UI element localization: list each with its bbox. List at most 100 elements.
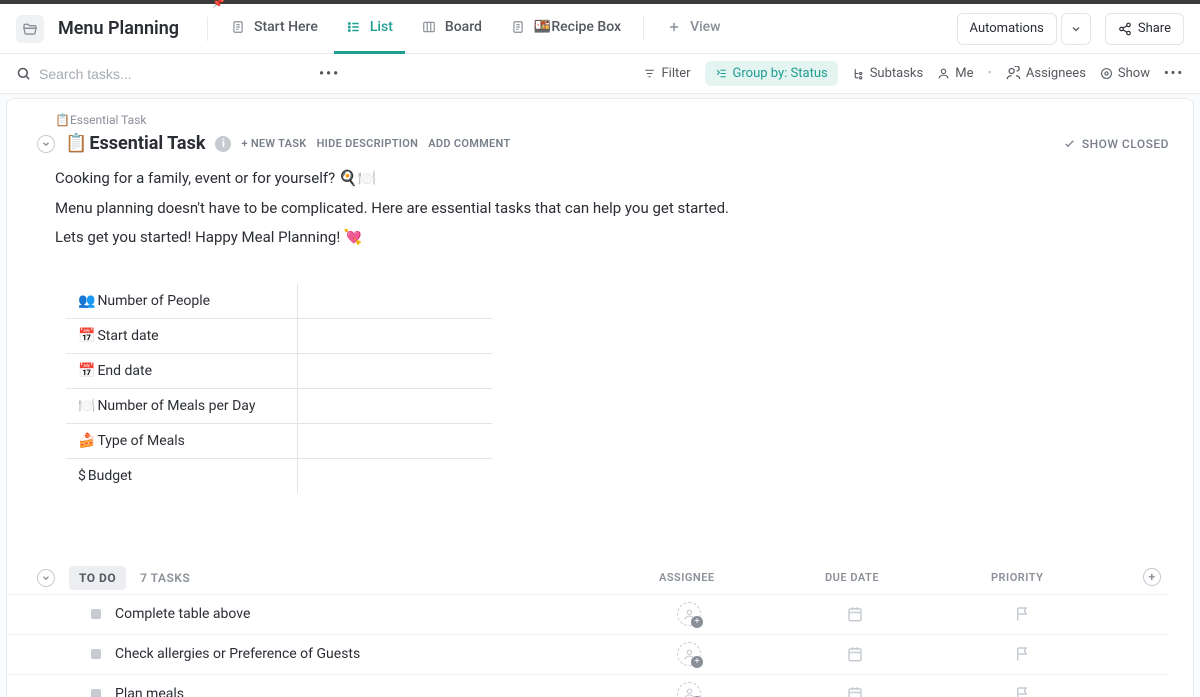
me-button[interactable]: Me	[937, 66, 973, 81]
section-header: 📋Essential Task i + NEW TASK HIDE DESCRI…	[7, 133, 1193, 154]
description[interactable]: Cooking for a family, event or for yours…	[7, 154, 1193, 251]
field-value[interactable]	[298, 388, 493, 423]
task-name[interactable]: Check allergies or Preference of Guests	[115, 646, 360, 662]
desc-line: Lets get you started! Happy Meal Plannin…	[55, 225, 1193, 251]
add-view-button[interactable]: View	[654, 4, 733, 54]
toolbar: ••• Filter Group by: Status Subtasks Me …	[0, 54, 1200, 94]
task-row[interactable]: Check allergies or Preference of Guests +	[7, 634, 1169, 674]
section-title[interactable]: 📋Essential Task	[65, 133, 205, 154]
new-task-button[interactable]: + NEW TASK	[241, 137, 306, 150]
add-comment-button[interactable]: ADD COMMENT	[428, 137, 510, 150]
add-column-button[interactable]: +	[1143, 568, 1161, 586]
show-label: Show	[1118, 66, 1150, 81]
due-date-cell[interactable]	[835, 645, 875, 663]
automations-dropdown[interactable]	[1061, 13, 1091, 45]
page-title[interactable]: Menu Planning	[58, 18, 179, 39]
task-row[interactable]: Plan meals +	[7, 674, 1169, 697]
tab-recipe-box[interactable]: 🍱Recipe Box	[498, 4, 633, 54]
col-assignee[interactable]: ASSIGNEE	[659, 571, 715, 584]
add-assignee-icon[interactable]: +	[677, 682, 701, 697]
col-due-date[interactable]: DUE DATE	[825, 571, 879, 584]
divider	[643, 17, 644, 41]
separator: •	[987, 66, 991, 81]
group-by-button[interactable]: Group by: Status	[705, 61, 838, 86]
toolbar-more-icon[interactable]: •••	[1164, 66, 1184, 81]
status-pill[interactable]: TO DO	[69, 566, 126, 590]
field-label: 👥Number of People	[66, 283, 298, 318]
task-status-icon[interactable]	[91, 609, 101, 619]
more-icon[interactable]: •••	[319, 66, 340, 82]
field-value[interactable]	[298, 318, 493, 353]
field-value[interactable]	[298, 353, 493, 388]
fields-table: 👥Number of People📅Start date📅End date🍽️N…	[65, 283, 493, 494]
filter-button[interactable]: Filter	[643, 66, 690, 81]
field-value[interactable]	[298, 283, 493, 318]
tab-label: Board	[445, 19, 482, 35]
show-closed-button[interactable]: SHOW CLOSED	[1063, 137, 1169, 151]
field-label: 🍰Type of Meals	[66, 423, 298, 458]
add-assignee-icon[interactable]: +	[677, 602, 701, 626]
group-by-label: Group by: Status	[733, 66, 828, 81]
add-assignee-icon[interactable]: +	[677, 642, 701, 666]
board-icon	[421, 19, 437, 35]
search-wrap	[16, 66, 239, 82]
task-status-icon[interactable]	[91, 649, 101, 659]
group-collapse-toggle[interactable]	[37, 569, 55, 587]
field-row[interactable]: 📅End date	[66, 353, 493, 388]
share-icon	[1118, 22, 1132, 36]
breadcrumb[interactable]: 📋Essential Task	[7, 99, 1193, 133]
task-name[interactable]: Complete table above	[115, 606, 250, 622]
field-icon: 👥	[78, 293, 95, 309]
due-date-cell[interactable]	[835, 605, 875, 623]
field-icon: $	[78, 468, 86, 484]
field-row[interactable]: 📅Start date	[66, 318, 493, 353]
header: Menu Planning 📌 Start Here List Board 🍱R…	[0, 4, 1200, 54]
automations-button[interactable]: Automations	[957, 13, 1057, 45]
field-icon: 📅	[78, 363, 95, 379]
doc-icon	[230, 19, 246, 35]
task-name[interactable]: Plan meals	[115, 686, 184, 697]
list-icon	[346, 19, 362, 35]
hide-description-button[interactable]: HIDE DESCRIPTION	[317, 137, 419, 150]
assignees-button[interactable]: Assignees	[1006, 66, 1086, 81]
col-priority[interactable]: PRIORITY	[991, 571, 1043, 584]
field-row[interactable]: 🍽️Number of Meals per Day	[66, 388, 493, 423]
task-row[interactable]: Complete table above +	[7, 594, 1169, 634]
subtasks-button[interactable]: Subtasks	[852, 66, 924, 81]
tab-label: 🍱Recipe Box	[534, 19, 621, 35]
tab-label: Start Here	[254, 19, 318, 35]
field-row[interactable]: $Budget	[66, 458, 493, 493]
folder-icon[interactable]	[16, 15, 44, 43]
tab-board[interactable]: Board	[409, 4, 494, 54]
tab-start-here[interactable]: 📌 Start Here	[218, 4, 330, 54]
field-value[interactable]	[298, 423, 493, 458]
task-list: Complete table above+Check allergies or …	[7, 594, 1169, 697]
plus-icon	[666, 19, 682, 35]
task-count: 7 TASKS	[140, 571, 190, 585]
field-label: 🍽️Number of Meals per Day	[66, 388, 298, 423]
show-button[interactable]: Show	[1100, 66, 1150, 81]
info-icon[interactable]: i	[215, 136, 231, 152]
tab-list[interactable]: List	[334, 4, 405, 54]
tab-label: List	[370, 19, 393, 35]
doc-icon	[510, 19, 526, 35]
due-date-cell[interactable]	[835, 685, 875, 697]
collapse-toggle[interactable]	[37, 135, 55, 153]
field-row[interactable]: 🍰Type of Meals	[66, 423, 493, 458]
priority-cell[interactable]	[1003, 685, 1043, 697]
field-icon: 📅	[78, 328, 95, 344]
assignee-cell[interactable]: +	[669, 682, 709, 697]
field-row[interactable]: 👥Number of People	[66, 283, 493, 318]
share-button[interactable]: Share	[1105, 13, 1184, 45]
assignee-cell[interactable]: +	[669, 642, 709, 666]
priority-cell[interactable]	[1003, 605, 1043, 623]
priority-cell[interactable]	[1003, 645, 1043, 663]
field-value[interactable]	[298, 458, 493, 493]
search-icon	[16, 66, 31, 81]
me-label: Me	[955, 66, 973, 81]
pin-icon: 📌	[212, 0, 224, 9]
search-input[interactable]	[39, 66, 239, 82]
field-label: $Budget	[66, 458, 298, 493]
assignee-cell[interactable]: +	[669, 602, 709, 626]
task-status-icon[interactable]	[91, 689, 101, 697]
